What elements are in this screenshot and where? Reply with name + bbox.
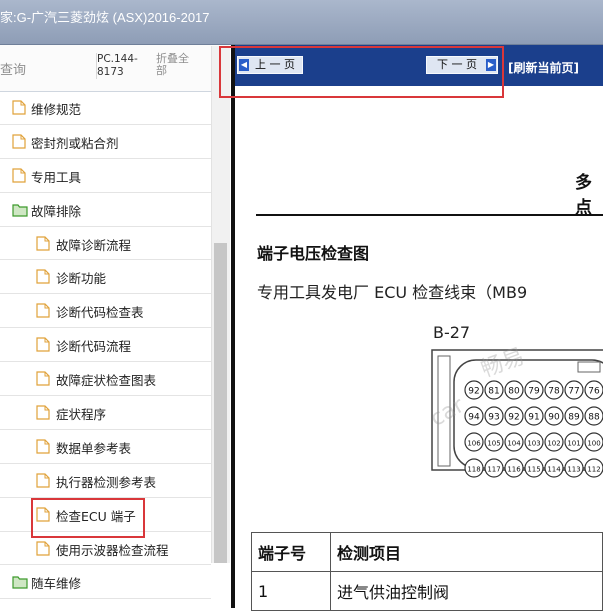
tree-item-label: 维修规范 bbox=[31, 102, 82, 117]
tree-item-label: 诊断代码流程 bbox=[56, 339, 132, 355]
connector-pin-label: 94 bbox=[468, 413, 480, 423]
connector-pin-label: 113 bbox=[567, 466, 580, 474]
tree-item-label: 执行器检测参考表 bbox=[56, 474, 157, 490]
tree-item-label: 数据单参考表 bbox=[56, 440, 132, 456]
document-icon bbox=[12, 168, 26, 183]
connector-pin-label: 78 bbox=[548, 387, 560, 397]
document-icon bbox=[36, 439, 50, 454]
tree-item[interactable]: 数据单参考表 bbox=[0, 430, 211, 464]
pc-code: PC.144-8173 bbox=[96, 53, 145, 79]
connector-pin-label: 76 bbox=[588, 387, 600, 397]
document-icon bbox=[36, 473, 50, 488]
connector-pin-label: 90 bbox=[548, 413, 560, 423]
connector-label: B-27 bbox=[433, 323, 471, 342]
tree-item[interactable]: 诊断功能 bbox=[0, 260, 211, 295]
folder-open-icon bbox=[12, 202, 28, 217]
connector-pin-label: 114 bbox=[547, 466, 561, 474]
tree-item-label: 诊断代码检查表 bbox=[56, 305, 144, 321]
tree-item[interactable]: 故障诊断流程 bbox=[0, 227, 211, 261]
connector-pin-label: 104 bbox=[507, 440, 521, 448]
connector-pin-label: 105 bbox=[487, 440, 500, 448]
tree-item-label: 随车维修 bbox=[31, 576, 82, 592]
tree-item-label: 故障诊断流程 bbox=[56, 237, 132, 253]
document-icon bbox=[36, 235, 50, 251]
tree-item-label: 使用示波器检查流程 bbox=[56, 542, 169, 558]
connector-pin-label: 92 bbox=[468, 387, 479, 397]
document-icon bbox=[36, 269, 50, 285]
connector-pin-label: 106 bbox=[467, 440, 481, 448]
connector-pin-label: 112 bbox=[587, 466, 600, 474]
tree-item-label: 诊断功能 bbox=[56, 271, 107, 287]
table-header-cell: 检测项目 bbox=[330, 532, 603, 572]
highlight-box-ecu-terminal bbox=[31, 498, 145, 538]
document-icon bbox=[36, 337, 50, 352]
tree-item-label: 密封剂或粘合剂 bbox=[31, 135, 119, 151]
connector-pin-label: 117 bbox=[487, 466, 500, 474]
highlight-box-nav bbox=[219, 46, 504, 98]
document-icon bbox=[36, 303, 50, 318]
folder-open-icon bbox=[12, 574, 28, 590]
tree-item[interactable]: 密封剂或粘合剂 bbox=[0, 125, 211, 159]
connector-pin-label: 77 bbox=[568, 387, 579, 397]
collapse-all-button[interactable]: 折叠全部 bbox=[156, 53, 196, 77]
connector-pin-label: 89 bbox=[568, 413, 580, 423]
document-icon bbox=[36, 371, 50, 386]
tree-item[interactable]: 诊断代码流程 bbox=[0, 328, 211, 363]
tree-item[interactable]: 症状程序 bbox=[0, 396, 211, 430]
connector-pin-label: 79 bbox=[528, 387, 540, 397]
connector-pin-label: 101 bbox=[567, 440, 580, 448]
document-icon bbox=[36, 405, 50, 420]
section-heading: 端子电压检查图 bbox=[257, 244, 370, 263]
document-icon bbox=[12, 100, 26, 115]
terminal-table: 端子号 检测项目 1 进气供油控制阀 bbox=[251, 532, 603, 611]
refresh-page-link[interactable]: [刷新当前页] bbox=[508, 59, 579, 76]
document-icon bbox=[36, 540, 50, 556]
tree-item-label: 症状程序 bbox=[56, 407, 107, 423]
section-subtitle: 专用工具发电厂 ECU 检查线束（MB9 bbox=[257, 283, 528, 302]
connector-pin-label: 100 bbox=[587, 440, 600, 448]
pane-divider bbox=[231, 45, 235, 608]
tree-item-label: 故障排除 bbox=[31, 203, 82, 219]
tree-item[interactable]: 维修规范 bbox=[0, 91, 211, 125]
document-icon bbox=[12, 134, 26, 149]
tree-item[interactable]: 故障症状检查图表 bbox=[0, 362, 211, 397]
connector-pin-label: 88 bbox=[588, 413, 600, 423]
table-row: 1 进气供油控制阀 bbox=[251, 571, 603, 611]
title-bar: 家:G-广汽三菱劲炫 (ASX)2016-2017 bbox=[0, 0, 603, 45]
connector-pin-label: 103 bbox=[527, 440, 540, 448]
window-title: 家:G-广汽三菱劲炫 (ASX)2016-2017 bbox=[0, 10, 210, 25]
document-title: 多点 bbox=[575, 173, 592, 218]
table-cell: 进气供油控制阀 bbox=[330, 571, 603, 611]
table-header-cell: 端子号 bbox=[251, 532, 331, 572]
connector-key bbox=[577, 361, 601, 373]
connector-pin-label: 116 bbox=[507, 466, 521, 474]
connector-pin-label: 102 bbox=[547, 440, 560, 448]
tree-item[interactable]: 专用工具 bbox=[0, 159, 211, 193]
connector-pin-label: 80 bbox=[508, 387, 520, 397]
search-label[interactable]: 查询 bbox=[0, 59, 26, 78]
tree-item-label: 专用工具 bbox=[31, 169, 82, 185]
tree-item-label: 故障症状检查图表 bbox=[56, 373, 157, 389]
title-rule bbox=[256, 214, 603, 216]
tree-scrollbar[interactable] bbox=[211, 46, 230, 563]
connector-pin-label: 92 bbox=[508, 413, 519, 423]
tree-item[interactable]: 诊断代码检查表 bbox=[0, 294, 211, 329]
left-panel-header: 查询 PC.144-8173 折叠全部 bbox=[0, 45, 229, 92]
scrollbar-thumb[interactable] bbox=[214, 243, 227, 563]
connector-pin-label: 91 bbox=[528, 413, 539, 423]
connector-pin-label: 118 bbox=[467, 466, 480, 474]
tree-item[interactable]: 故障排除 bbox=[0, 193, 211, 227]
connector-pin-label: 93 bbox=[488, 413, 499, 423]
table-cell: 1 bbox=[251, 571, 331, 611]
connector-pin-label: 115 bbox=[527, 466, 540, 474]
tree-item[interactable]: 随车维修 bbox=[0, 565, 211, 600]
tree-item[interactable]: 执行器检测参考表 bbox=[0, 464, 211, 498]
connector-pin-label: 81 bbox=[488, 387, 499, 397]
table-header-row: 端子号 检测项目 bbox=[251, 532, 603, 572]
